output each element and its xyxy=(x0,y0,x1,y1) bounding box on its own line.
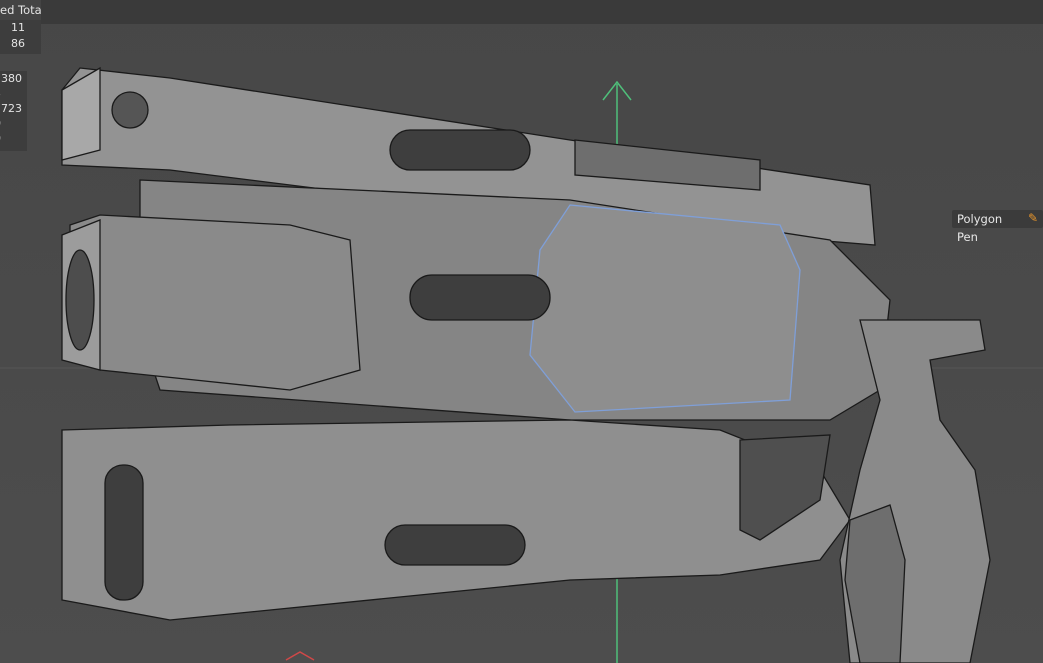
stats-bottom-panel: 2380 3 2723 0 0 xyxy=(0,71,27,151)
stat-value: 2723 xyxy=(0,102,22,115)
gun-model xyxy=(61,66,991,663)
stat-value: 0 xyxy=(0,116,27,131)
x-axis-marker xyxy=(285,651,315,661)
active-tool-label: Polygon Pen ✎ xyxy=(952,210,1043,244)
viewport-top-bar xyxy=(0,0,1043,24)
stat-value: 0 xyxy=(0,131,27,146)
model-render xyxy=(0,66,1043,663)
stats-header: ed Total xyxy=(0,0,41,20)
stat-value: 11 xyxy=(11,21,25,34)
stat-value: 86 xyxy=(11,37,25,50)
3d-viewport[interactable]: ed Total 11 86 2380 3 2723 0 0 Polygon P… xyxy=(0,0,1043,663)
stat-value: 3 xyxy=(0,86,27,101)
polygon-pen-icon: ✎ xyxy=(1028,211,1039,225)
stats-top-panel: 11 86 xyxy=(0,20,41,54)
stat-value: 2380 xyxy=(0,72,22,85)
